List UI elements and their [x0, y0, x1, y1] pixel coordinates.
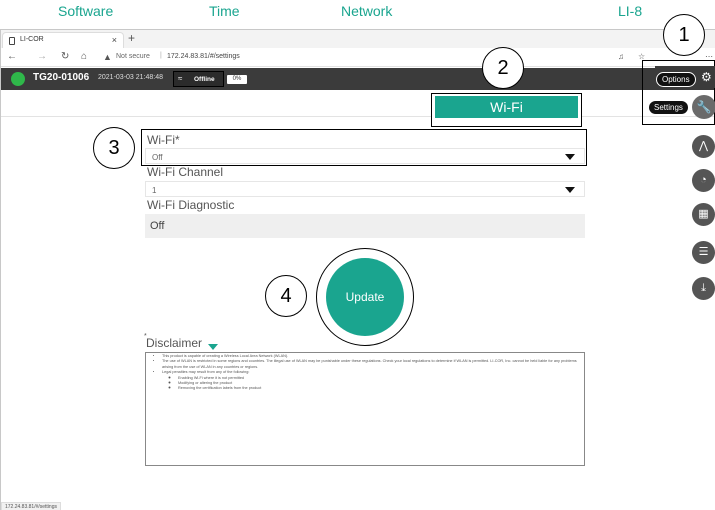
browser-tab-title: LI-COR — [20, 36, 44, 43]
settings-button[interactable]: Settings — [648, 100, 689, 115]
tab-network[interactable]: Network — [341, 3, 392, 19]
connection-label: Offline — [194, 76, 215, 83]
device-name: TG20-01006 — [33, 72, 90, 83]
tab-wifi[interactable]: Wi-Fi — [435, 96, 578, 118]
gear-icon[interactable]: ⚙ — [701, 70, 712, 84]
tab-li8[interactable]: LI-8 — [618, 3, 642, 19]
wrench-icon[interactable]: 🔧 — [692, 95, 715, 119]
connection-status[interactable]: ≈ Offline — [173, 71, 224, 87]
new-tab-button[interactable]: + — [128, 31, 135, 45]
forward-icon[interactable]: → — [37, 51, 47, 62]
device-datetime: 2021-03-03 21:48:48 — [98, 74, 163, 81]
update-button[interactable]: Update — [326, 258, 404, 336]
back-icon[interactable]: ← — [7, 51, 17, 62]
url-separator: | — [160, 52, 162, 59]
options-button[interactable]: Options — [656, 72, 696, 87]
close-icon[interactable]: × — [112, 35, 117, 45]
home-icon[interactable]: ⌂ — [81, 51, 87, 62]
download-icon[interactable]: ⤓ — [692, 277, 715, 300]
device-status-bar: TG20-01006 2021-03-03 21:48:48 0% — [1, 68, 715, 90]
chevron-down-icon — [565, 154, 575, 160]
callout-3: 3 — [93, 127, 135, 169]
wifi-diagnostic-field: Off — [145, 214, 585, 238]
status-indicator — [11, 72, 25, 86]
wifi-diagnostic-label: Wi-Fi Diagnostic — [147, 198, 235, 212]
url-field[interactable]: 172.24.83.81/#/settings — [167, 53, 240, 60]
reload-icon[interactable]: ↻ — [61, 51, 69, 62]
page-icon — [9, 37, 15, 45]
layout-icon[interactable]: ▦ — [692, 203, 715, 226]
battery-indicator: 0% — [227, 75, 247, 84]
wifi-channel-select[interactable]: 1 — [145, 181, 585, 197]
address-bar: ← → ↻ ⌂ ▲ Not secure | 172.24.83.81/#/se… — [1, 49, 715, 67]
wifi-icon: ≈ — [178, 74, 183, 83]
warning-icon[interactable]: ▲ — [103, 52, 112, 62]
link-status-url: 172.24.83.81/#/settings — [1, 502, 61, 510]
wifi-channel-label: Wi-Fi Channel — [147, 165, 224, 179]
wifi-select[interactable]: Off — [145, 148, 585, 164]
read-aloud-icon[interactable]: ♫ — [618, 52, 624, 61]
sliders-icon[interactable]: ☰ — [692, 241, 715, 264]
wifi-select-value: Off — [152, 153, 163, 162]
callout-4: 4 — [265, 275, 307, 317]
callout-1: 1 — [663, 14, 705, 56]
wifi-label: Wi-Fi* — [147, 133, 180, 147]
tab-software[interactable]: Software — [58, 3, 113, 19]
browser-tab[interactable]: LI-COR × — [2, 32, 124, 48]
compass-icon[interactable]: ⋀ — [692, 135, 715, 158]
settings-tabs — [1, 93, 715, 117]
security-label[interactable]: Not secure — [116, 53, 150, 60]
chevron-down-icon — [565, 187, 575, 193]
caret-down-icon[interactable] — [208, 344, 218, 350]
gauge-icon[interactable]: ◔ — [692, 169, 715, 192]
disclaimer-item: The use of WLAN is restricted in some re… — [162, 359, 578, 370]
tab-time[interactable]: Time — [209, 3, 240, 19]
disclaimer-text: This product is capable of creating a Wi… — [145, 352, 585, 466]
wifi-channel-value: 1 — [152, 186, 157, 195]
callout-2: 2 — [482, 47, 524, 89]
disclaimer-title[interactable]: Disclaimer — [146, 336, 202, 350]
disclaimer-subitem: Removing the certification labels from t… — [178, 386, 578, 391]
